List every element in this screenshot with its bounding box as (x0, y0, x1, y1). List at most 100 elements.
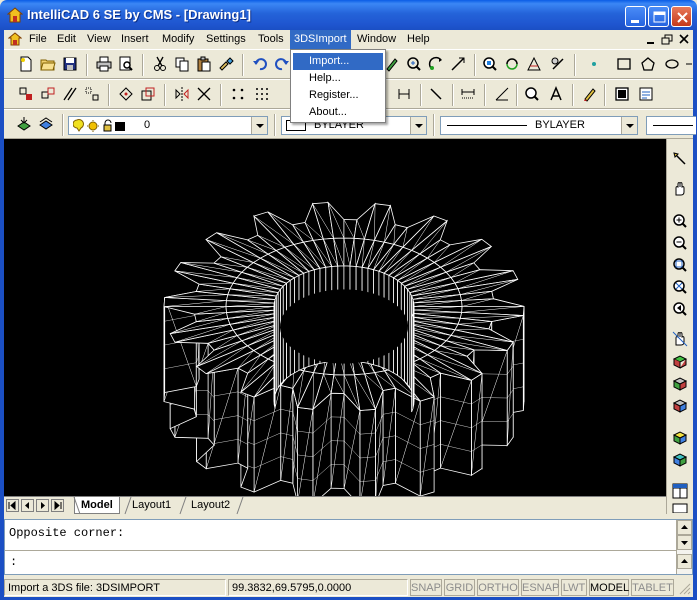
new-drawing-icon[interactable] (18, 56, 34, 72)
render-icon[interactable] (550, 56, 566, 72)
zoom-window-side-icon[interactable] (672, 257, 688, 273)
zoom-window-icon[interactable] (482, 56, 498, 72)
lineweight-combo[interactable] (646, 116, 696, 135)
offset-icon[interactable] (62, 86, 78, 102)
print-icon[interactable] (96, 56, 112, 72)
pencil-icon[interactable] (582, 86, 598, 102)
layer-manager-icon[interactable] (16, 116, 32, 132)
mdi-close-icon[interactable] (677, 33, 691, 46)
cut-icon[interactable] (152, 56, 168, 72)
snap-grid-icon[interactable] (254, 86, 270, 102)
scroll-down-button[interactable] (677, 535, 692, 550)
measure-icon[interactable] (450, 56, 466, 72)
draw-pen-icon[interactable] (384, 56, 400, 72)
lwt-toggle[interactable]: LWT (561, 579, 587, 596)
title-bar[interactable]: IntelliCAD 6 SE by CMS - [Drawing1] (0, 0, 697, 30)
open-folder-icon[interactable] (40, 56, 56, 72)
angular-dimension-icon[interactable] (494, 86, 510, 102)
linetype-dropdown-arrow[interactable] (621, 117, 637, 134)
layer-previous-icon[interactable] (38, 116, 54, 132)
close-button[interactable] (671, 6, 692, 27)
color-dropdown-arrow[interactable] (410, 117, 426, 134)
mdi-minimize-icon[interactable] (644, 33, 658, 46)
grid-toggle[interactable]: GRID (444, 579, 475, 596)
prompt-scroll-up-button[interactable] (677, 554, 692, 569)
paste-icon[interactable] (196, 56, 212, 72)
resize-grip-icon[interactable] (678, 582, 691, 595)
zoom-extents-icon[interactable] (672, 279, 688, 295)
hand-pan-icon[interactable] (672, 181, 688, 197)
menu-item-help[interactable]: Help... (293, 70, 383, 87)
move-icon[interactable] (18, 86, 34, 102)
menu-settings[interactable]: Settings (202, 30, 250, 49)
zoom-realtime-icon[interactable] (524, 86, 540, 102)
layer-dropdown-arrow[interactable] (251, 117, 267, 134)
linetype-combo[interactable]: BYLAYER (440, 116, 638, 135)
maximize-button[interactable] (648, 6, 669, 27)
tile-viewports-icon[interactable] (672, 483, 688, 499)
print-preview-icon[interactable] (118, 56, 134, 72)
linear-dimension-icon[interactable] (460, 86, 476, 102)
command-scrollbar[interactable] (676, 520, 692, 574)
view-side-icon[interactable] (672, 397, 688, 413)
menu-modify[interactable]: Modify (158, 30, 198, 49)
undo-icon[interactable] (252, 56, 268, 72)
text-icon[interactable] (548, 86, 564, 102)
menu-edit[interactable]: Edit (53, 30, 80, 49)
line-icon[interactable] (428, 86, 444, 102)
redo-icon[interactable] (274, 56, 290, 72)
view-iso-icon[interactable] (672, 429, 688, 445)
menu-item-import[interactable]: Import... (293, 53, 383, 70)
minimize-button[interactable] (625, 6, 646, 27)
menu-file[interactable]: File (25, 30, 51, 49)
more-views-icon[interactable] (672, 503, 688, 513)
properties-icon[interactable] (638, 86, 654, 102)
dimension-icon[interactable] (396, 86, 412, 102)
zoom-in-icon[interactable] (672, 213, 688, 229)
menu-tools[interactable]: Tools (254, 30, 288, 49)
rectangle-icon[interactable] (616, 56, 632, 72)
hide-icon[interactable] (526, 56, 542, 72)
mirror-icon[interactable] (174, 86, 190, 102)
view-top-icon[interactable] (672, 353, 688, 369)
scroll-up-button[interactable] (677, 520, 692, 535)
ortho-toggle[interactable]: ORTHO (477, 579, 519, 596)
regen-icon[interactable] (504, 56, 520, 72)
menu-item-about[interactable]: About... (293, 104, 383, 121)
trim-icon[interactable] (196, 86, 212, 102)
menu-item-register[interactable]: Register... (293, 87, 383, 104)
rotate-icon[interactable] (118, 86, 134, 102)
save-icon[interactable] (62, 56, 78, 72)
menu-insert[interactable]: Insert (117, 30, 153, 49)
pan-icon[interactable] (406, 56, 422, 72)
pen-tool-icon[interactable] (672, 151, 688, 167)
polygon-icon[interactable] (640, 56, 656, 72)
model-toggle[interactable]: MODEL (589, 579, 629, 596)
command-input[interactable]: : (5, 550, 677, 574)
scale-icon[interactable] (140, 86, 156, 102)
esnap-toggle[interactable]: ESNAP (521, 579, 559, 596)
tablet-toggle[interactable]: TABLET (631, 579, 674, 596)
menu-3dsimport[interactable]: 3DSImport (290, 30, 351, 49)
ellipse-icon[interactable] (664, 56, 680, 72)
layer-combo[interactable]: 0 (68, 116, 268, 135)
drawing-canvas[interactable] (4, 139, 666, 496)
orbit-icon[interactable] (428, 56, 444, 72)
menu-view[interactable]: View (83, 30, 115, 49)
drawing-document-icon[interactable] (8, 32, 22, 46)
grid-dots-icon[interactable] (230, 86, 246, 102)
array-icon[interactable] (84, 86, 100, 102)
mdi-restore-icon[interactable] (660, 33, 674, 46)
more-toolbar-icon[interactable] (684, 56, 697, 72)
view-iso-sw-icon[interactable] (672, 451, 688, 467)
copy-icon[interactable] (174, 56, 190, 72)
block-icon[interactable] (614, 86, 630, 102)
menu-help[interactable]: Help (403, 30, 434, 49)
match-properties-icon[interactable] (218, 56, 234, 72)
view-hand-icon[interactable] (672, 331, 688, 347)
copy-object-icon[interactable] (40, 86, 56, 102)
view-front-icon[interactable] (672, 375, 688, 391)
snap-toggle[interactable]: SNAP (410, 579, 442, 596)
zoom-previous-icon[interactable] (672, 301, 688, 317)
menu-window[interactable]: Window (353, 30, 400, 49)
